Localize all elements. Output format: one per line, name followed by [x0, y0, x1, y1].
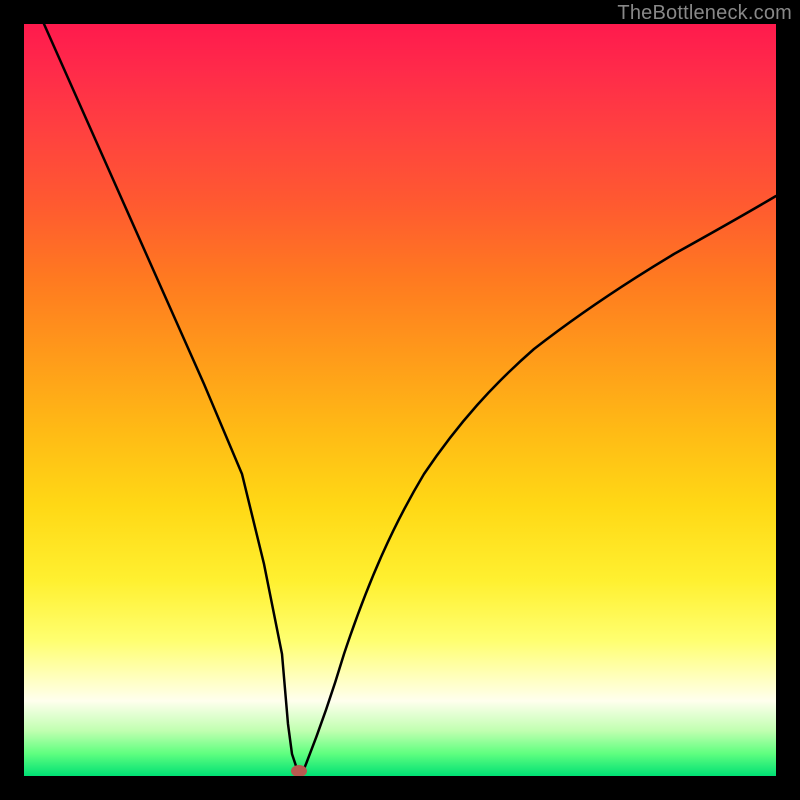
watermark-text: TheBottleneck.com — [617, 2, 792, 25]
chart-frame: TheBottleneck.com — [0, 0, 800, 800]
bottleneck-curve — [44, 24, 776, 771]
curve-plot — [24, 24, 776, 776]
